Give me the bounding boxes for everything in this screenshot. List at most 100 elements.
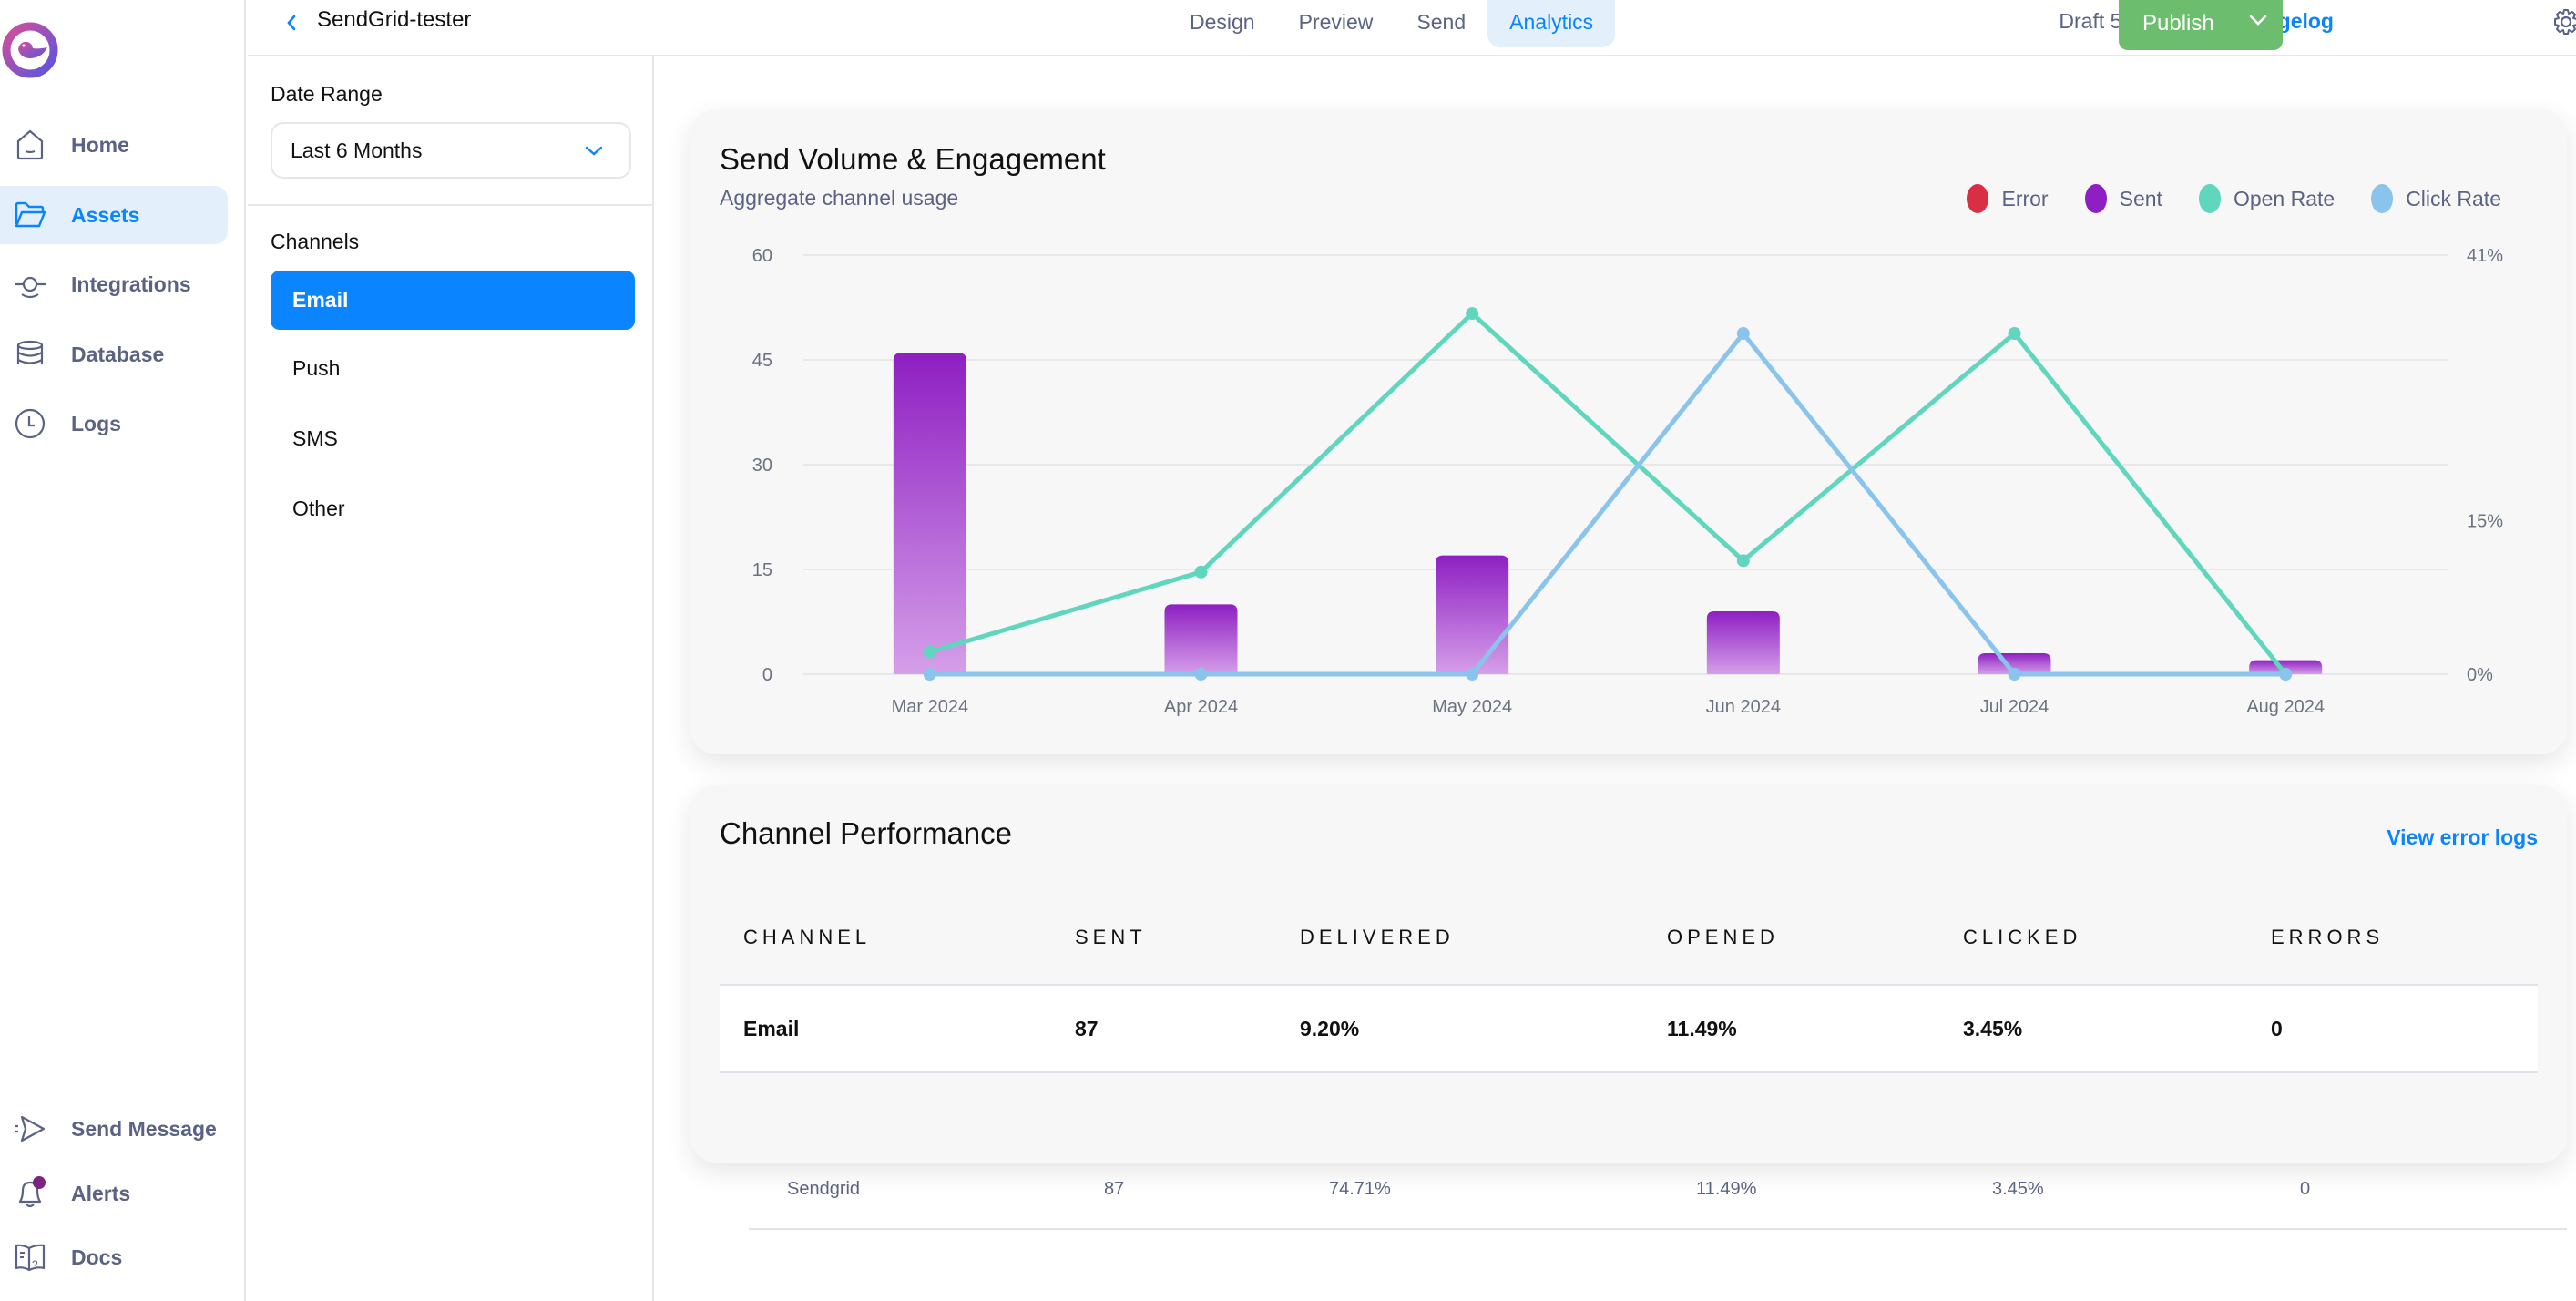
nav-item-label: Home — [71, 132, 129, 157]
bar-sent — [1706, 611, 1780, 674]
send-volume-card: Send Volume & Engagement Aggregate chann… — [690, 109, 2567, 754]
left-axis: 0 15 30 45 60 — [752, 246, 772, 685]
channel-other[interactable]: Other — [271, 479, 635, 538]
nav-item-label: Logs — [71, 411, 121, 435]
channel-push[interactable]: Push — [271, 339, 635, 398]
tab-send[interactable]: Send — [1395, 0, 1487, 47]
table-title: Channel Performance — [720, 816, 1013, 850]
channel-performance-card: Channel Performance View error logs CHAN… — [690, 785, 2567, 1230]
channel-label: SMS — [292, 426, 338, 450]
cell-clicked: 3.45% — [1992, 1178, 2044, 1199]
point-click-rate — [2008, 668, 2021, 681]
courier-logo-icon[interactable] — [2, 22, 58, 78]
right-axis: 0% 15% 41% — [2467, 246, 2503, 685]
col-header-opened: OPENED — [1667, 926, 1779, 948]
view-error-logs-link[interactable]: View error logs — [2387, 825, 2538, 850]
nav-item-home[interactable]: Home — [0, 116, 228, 174]
svg-text:?: ? — [32, 1258, 38, 1271]
folder-icon — [13, 198, 47, 232]
point-open-rate — [1466, 307, 1479, 321]
date-range-label: Date Range — [271, 82, 383, 106]
app-root: Home Assets Integrations Database Logs S… — [0, 0, 2576, 1301]
back-chevron-icon[interactable] — [281, 9, 302, 36]
cell-clicked: 3.45% — [1963, 1016, 2023, 1040]
x-tick-label: Mar 2024 — [892, 697, 969, 717]
nav-item-database[interactable]: Database — [0, 325, 228, 384]
clock-icon — [13, 406, 47, 441]
gear-icon[interactable] — [2552, 5, 2576, 38]
tab-preview[interactable]: Preview — [1277, 0, 1395, 47]
point-click-rate — [1194, 668, 1208, 681]
x-axis: Mar 2024 Apr 2024 May 2024 Jun 2024 Jul 2024… — [892, 697, 2325, 717]
cell-errors: 0 — [2271, 1016, 2283, 1040]
cell-channel: Sendgrid — [787, 1178, 861, 1199]
point-click-rate — [1466, 668, 1479, 681]
gridlines — [803, 254, 2448, 675]
y-right-tick-label: 0% — [2467, 665, 2493, 685]
send-icon — [13, 1111, 47, 1146]
nav-item-label: Docs — [71, 1245, 123, 1269]
tab-analytics[interactable]: Analytics — [1487, 0, 1616, 47]
point-open-rate — [1736, 554, 1750, 568]
channel-label: Push — [292, 356, 341, 380]
bar-sent — [1436, 555, 1509, 674]
y-left-tick-label: 0 — [762, 665, 772, 685]
alert-badge — [33, 1176, 46, 1189]
x-tick-label: Apr 2024 — [1164, 697, 1238, 717]
nav-item-label: Alerts — [71, 1181, 131, 1205]
home-icon — [13, 128, 47, 162]
publish-label: Publish — [2142, 10, 2214, 36]
point-open-rate — [2008, 327, 2021, 341]
y-left-tick-label: 30 — [752, 456, 772, 476]
docs-icon: ? — [13, 1240, 47, 1275]
tab-bar: Design Preview Send Analytics — [1168, 0, 1616, 47]
sent-bars — [893, 353, 2323, 674]
cell-opened: 11.49% — [1696, 1178, 1757, 1199]
integrations-icon — [13, 267, 47, 302]
y-left-tick-label: 15 — [752, 560, 772, 580]
cell-opened: 11.49% — [1667, 1016, 1737, 1040]
combo-chart: 0 15 30 45 60 0% 15% 41% Mar 2024 Apr 2024 May 2… — [752, 246, 2503, 717]
nav-item-label: Send Message — [71, 1116, 217, 1141]
cell-errors: 0 — [2300, 1178, 2311, 1199]
col-header-channel: CHANNEL — [743, 926, 872, 948]
channel-sms[interactable]: SMS — [271, 409, 635, 468]
chevron-down-icon[interactable] — [2248, 13, 2268, 27]
performance-table: CHANNEL SENT DELIVERED OPENED CLICKED ER… — [720, 891, 2567, 1230]
channel-label: Email — [292, 288, 349, 312]
point-open-rate — [923, 645, 936, 659]
cell-delivered: 9.20% — [1300, 1016, 1360, 1040]
publish-button[interactable]: Publish — [2119, 0, 2283, 50]
database-icon — [13, 337, 47, 372]
bell-icon — [13, 1176, 47, 1211]
nav-item-assets[interactable]: Assets — [0, 186, 228, 244]
nav-item-logs[interactable]: Logs — [0, 394, 228, 453]
bar-sent — [893, 353, 966, 674]
line-click-rate — [929, 331, 2286, 677]
table-row[interactable]: Email 87 9.20% 11.49% 3.45% 0 — [720, 986, 2538, 1073]
channel-email[interactable]: Email — [271, 271, 635, 330]
y-right-tick-label: 41% — [2467, 246, 2503, 266]
x-tick-label: Jun 2024 — [1706, 697, 1781, 717]
date-range-value: Last 6 Months — [291, 138, 423, 162]
point-open-rate — [1194, 565, 1208, 579]
x-tick-label: Aug 2024 — [2246, 697, 2325, 717]
left-nav: Home Assets Integrations Database Logs S… — [0, 0, 246, 1301]
col-header-clicked: CLICKED — [1963, 926, 2082, 948]
nav-item-alerts[interactable]: Alerts — [0, 1164, 228, 1223]
cell-sent: 87 — [1104, 1178, 1125, 1199]
tab-design[interactable]: Design — [1168, 0, 1277, 47]
x-tick-label: May 2024 — [1432, 697, 1512, 717]
rate-lines — [923, 307, 2293, 681]
chevron-down-icon — [585, 146, 603, 156]
line-open-rate — [929, 311, 2288, 676]
point-click-rate — [2279, 668, 2293, 681]
nav-item-docs[interactable]: ? Docs — [0, 1228, 228, 1286]
channels-label: Channels — [271, 230, 360, 253]
nav-item-send-message[interactable]: Send Message — [0, 1100, 228, 1158]
x-tick-label: Jul 2024 — [1980, 697, 2050, 717]
nav-item-integrations[interactable]: Integrations — [0, 255, 228, 313]
panel-divider — [248, 204, 654, 206]
table-row[interactable]: Sendgrid 87 74.71% 11.49% 3.45% 0 — [749, 1150, 2567, 1230]
date-range-select[interactable]: Last 6 Months — [271, 122, 631, 179]
